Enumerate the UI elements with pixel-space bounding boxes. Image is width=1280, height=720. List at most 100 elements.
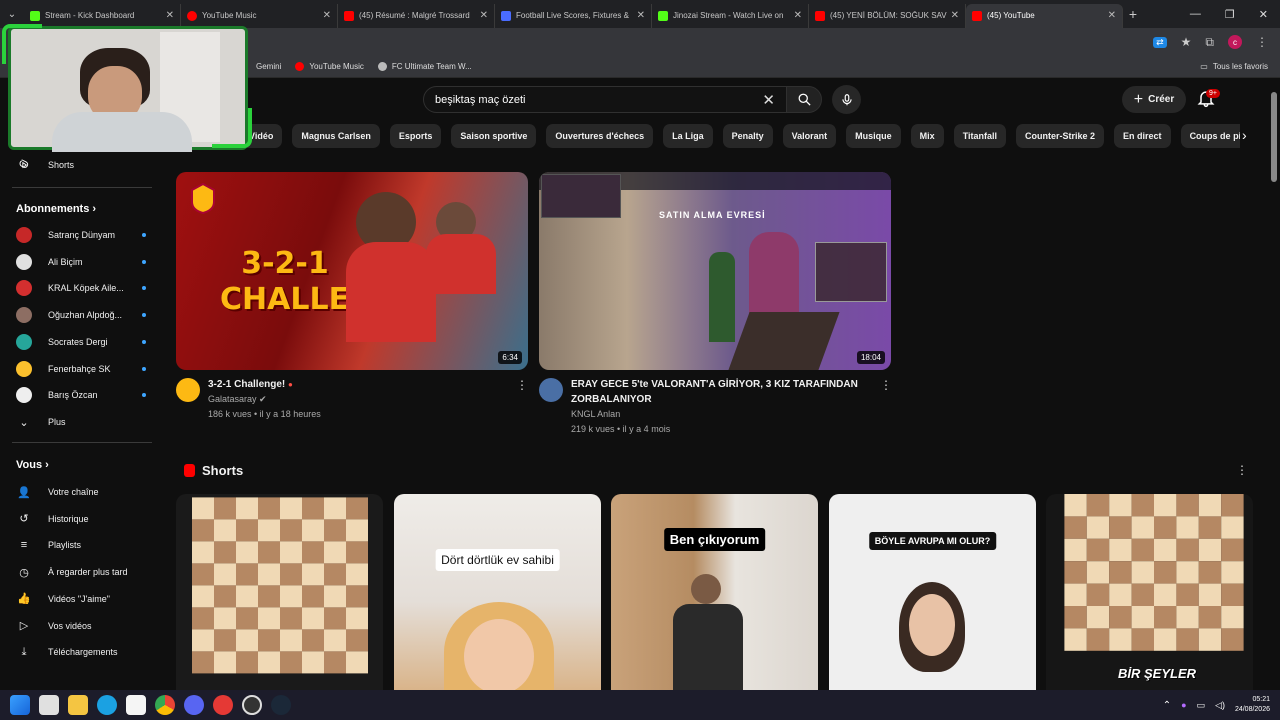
filter-chip[interactable]: Saison sportive	[451, 124, 537, 148]
filter-chip[interactable]: En direct	[1114, 124, 1171, 148]
subscription-item[interactable]: Ali Biçim	[16, 252, 146, 272]
filter-chip[interactable]: Esports	[389, 124, 442, 148]
subscription-item[interactable]: Fenerbahçe SK	[16, 359, 146, 379]
store-icon[interactable]	[126, 695, 146, 715]
filter-chip[interactable]: Valorant	[782, 124, 837, 148]
channel-avatar[interactable]	[176, 378, 200, 402]
video-thumbnail[interactable]: 3-2-1 CHALLENGE! 6:34	[176, 172, 528, 370]
video-title[interactable]: ERAY GECE 5'te VALORANT'A GİRİYOR, 3 KIZ…	[571, 377, 861, 407]
windows-start-icon[interactable]	[10, 695, 30, 715]
volume-icon[interactable]: ◁)	[1215, 700, 1225, 711]
close-icon[interactable]: ✕	[480, 10, 488, 21]
short-card[interactable]: BİR ŞEYLER	[1046, 494, 1253, 690]
clock[interactable]: 05:21 24/08/2026	[1235, 695, 1270, 715]
short-card[interactable]	[176, 494, 383, 690]
channel-name[interactable]: KNGL Anlan	[571, 409, 620, 419]
tab-list-chevron-icon[interactable]: ⌄	[0, 9, 24, 20]
short-card[interactable]: Ben çıkıyorum	[611, 494, 818, 690]
subscription-item[interactable]: Socrates Dergi	[16, 332, 146, 352]
shorts-more-icon[interactable]: ⋮	[1236, 463, 1248, 477]
file-explorer-icon[interactable]	[68, 695, 88, 715]
clear-search-icon[interactable]: ✕	[762, 91, 775, 109]
app-icon[interactable]	[213, 695, 233, 715]
all-bookmarks[interactable]: ▭ Tous les favoris	[1200, 62, 1280, 71]
sidebar-item-channel[interactable]: 👤 Votre chaîne	[16, 482, 146, 502]
subscription-item[interactable]: KRAL Köpek Aile...	[16, 278, 146, 298]
filter-chip[interactable]: Musique	[846, 124, 901, 148]
filter-chip[interactable]: Coups de pied	[1180, 124, 1240, 148]
sidebar-item-watch-later[interactable]: ◷ À regarder plus tard	[16, 562, 146, 582]
extensions-icon[interactable]: ⧉	[1205, 35, 1214, 50]
tray-chevron-up-icon[interactable]: ⌃	[1163, 700, 1171, 711]
tab-youtube-active[interactable]: (45) YouTube ✕	[966, 3, 1123, 28]
tab-jinozai-stream[interactable]: Jinozai Stream - Watch Live on ✕	[652, 3, 809, 28]
sidebar-item-playlists[interactable]: ≡ Playlists	[16, 535, 146, 555]
filter-chip[interactable]: Titanfall	[953, 124, 1007, 148]
tab-yeni-bolum[interactable]: (45) YENİ BÖLÜM: SOĞUK SAV ✕	[809, 3, 966, 28]
video-thumbnail[interactable]: SATIN ALMA EVRESİ 18:04	[539, 172, 891, 370]
search-button[interactable]	[786, 86, 822, 113]
close-window-icon[interactable]: ✕	[1259, 8, 1268, 21]
person-face	[909, 594, 955, 656]
subscription-item[interactable]: Oğuzhan Alpdoğ...	[16, 305, 146, 325]
more-options-icon[interactable]: ⋮	[516, 378, 528, 392]
short-card[interactable]: Dört dörtlük ev sahibi	[394, 494, 601, 690]
obs-icon[interactable]	[242, 695, 262, 715]
chrome-icon[interactable]	[155, 695, 175, 715]
music-note-icon: ●	[288, 380, 293, 389]
minimize-icon[interactable]: —	[1190, 8, 1201, 21]
browser-menu-icon[interactable]: ⋮	[1256, 35, 1268, 49]
youtube-music-icon	[295, 62, 305, 71]
microphone-tray-icon[interactable]: ●	[1181, 700, 1186, 710]
bookmark-fc-ultimate-team[interactable]: FC Ultimate Team W...	[377, 62, 472, 71]
more-options-icon[interactable]: ⋮	[880, 378, 892, 392]
sidebar-item-shorts[interactable]: Shorts	[16, 155, 146, 175]
sidebar-item-downloads[interactable]: ⤓ Téléchargements	[16, 642, 146, 662]
close-icon[interactable]: ✕	[1108, 10, 1116, 21]
translate-icon[interactable]: ⇄	[1153, 36, 1167, 48]
search-input[interactable]: beşiktaş maç özeti ✕	[423, 86, 788, 113]
close-icon[interactable]: ✕	[166, 10, 174, 21]
page-scrollbar[interactable]	[1271, 92, 1277, 182]
edge-icon[interactable]	[97, 695, 117, 715]
filter-chip[interactable]: Ouvertures d'échecs	[546, 124, 654, 148]
subscription-item[interactable]: Satranç Dünyam	[16, 225, 146, 245]
create-button[interactable]: + Créer	[1122, 86, 1186, 113]
close-icon[interactable]: ✕	[951, 10, 959, 21]
sidebar-item-history[interactable]: ↺ Historique	[16, 509, 146, 529]
sidebar-item-more[interactable]: ⌄ Plus	[16, 412, 146, 432]
filter-chip[interactable]: Counter-Strike 2	[1016, 124, 1105, 148]
discord-icon[interactable]	[184, 695, 204, 715]
filter-chip[interactable]: Magnus Carlsen	[292, 124, 380, 148]
video-title[interactable]: 3-2-1 Challenge! ●	[208, 377, 293, 392]
address-bar-actions: ⇄ ★ ⧉ c ⋮	[1153, 35, 1280, 50]
filter-chip[interactable]: Penalty	[722, 124, 773, 148]
filter-chip[interactable]: La Liga	[663, 124, 713, 148]
subscriptions-heading[interactable]: Abonnements ›	[16, 203, 96, 215]
voice-search-button[interactable]	[832, 85, 861, 114]
sidebar-item-liked-videos[interactable]: 👍 Vidéos "J'aime"	[16, 589, 146, 609]
close-icon[interactable]: ✕	[323, 10, 331, 21]
bookmark-star-icon[interactable]: ★	[1181, 35, 1192, 49]
network-icon[interactable]: ▭	[1197, 700, 1206, 711]
channel-avatar[interactable]	[539, 378, 563, 402]
task-view-icon[interactable]	[39, 695, 59, 715]
maximize-icon[interactable]: ❐	[1225, 8, 1235, 21]
short-card[interactable]: BÖYLE AVRUPA MI OLUR?	[829, 494, 1036, 690]
subscription-item[interactable]: Barış Özcan	[16, 385, 146, 405]
channel-name[interactable]: Galatasaray ✔	[208, 394, 267, 405]
bookmark-youtube-music[interactable]: YouTube Music	[295, 62, 364, 71]
profile-avatar[interactable]: c	[1228, 35, 1242, 49]
you-heading[interactable]: Vous ›	[16, 459, 49, 471]
new-tab-button[interactable]: +	[1123, 6, 1143, 22]
close-icon[interactable]: ✕	[794, 10, 802, 21]
chevron-right-icon[interactable]: ›	[1242, 127, 1247, 143]
close-icon[interactable]: ✕	[637, 10, 645, 21]
bookmark-gemini[interactable]: Gemini	[256, 62, 281, 71]
steam-icon[interactable]	[271, 695, 291, 715]
tab-football-scores[interactable]: Football Live Scores, Fixtures & ✕	[495, 3, 652, 28]
subscription-name: Oğuzhan Alpdoğ...	[48, 310, 123, 321]
tab-trossard[interactable]: (45) Résumé : Malgré Trossard ✕	[338, 3, 495, 28]
filter-chip[interactable]: Mix	[910, 124, 944, 148]
sidebar-item-your-videos[interactable]: ▷ Vos vidéos	[16, 616, 146, 636]
